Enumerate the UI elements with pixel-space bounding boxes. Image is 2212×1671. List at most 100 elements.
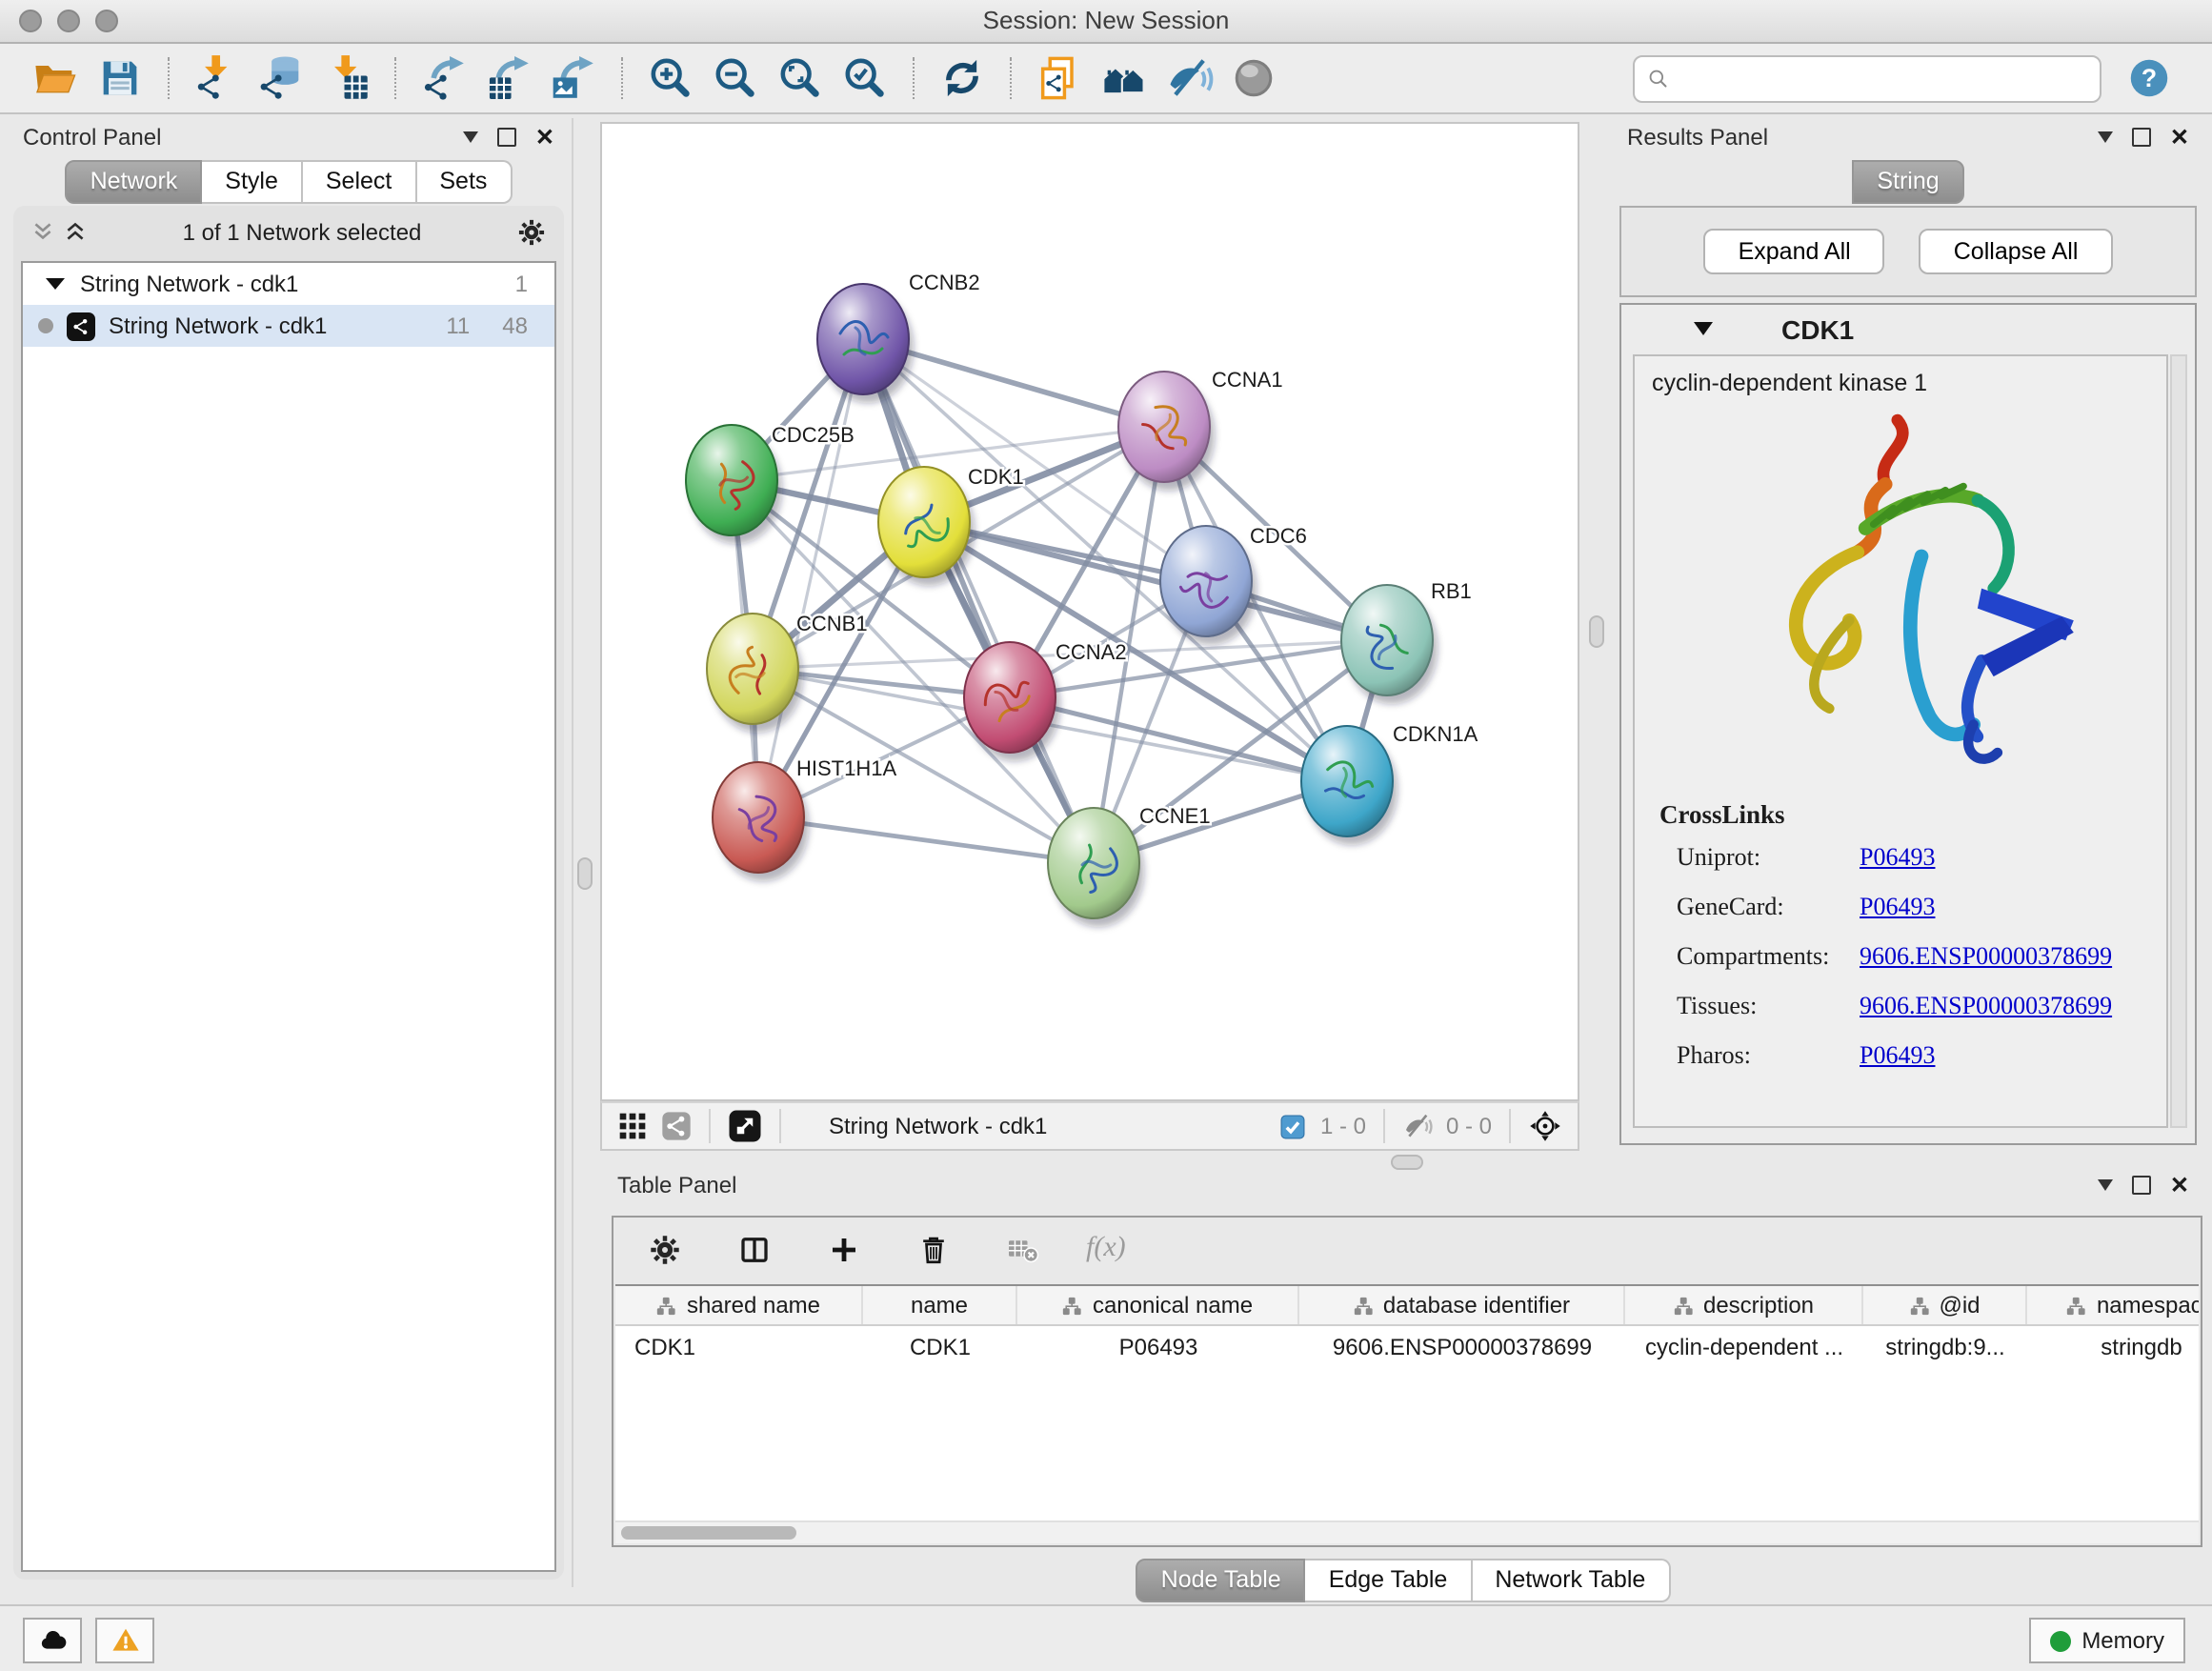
close-panel-icon[interactable]: ✕ bbox=[2170, 126, 2189, 149]
panel-menu-icon[interactable] bbox=[463, 131, 478, 143]
close-panel-icon[interactable]: ✕ bbox=[535, 126, 554, 149]
column-header-@id[interactable]: @id bbox=[1863, 1286, 2027, 1324]
crosslink-link[interactable]: P06493 bbox=[1860, 842, 1935, 873]
houses-button[interactable] bbox=[1097, 51, 1151, 105]
network-tree: String Network - cdk1 1 String Network -… bbox=[21, 261, 556, 1572]
search-input[interactable] bbox=[1679, 63, 2088, 93]
trash-button[interactable] bbox=[913, 1228, 955, 1270]
table-hscrollbar-thumb[interactable] bbox=[621, 1526, 796, 1540]
birdseye-view-icon[interactable] bbox=[1528, 1109, 1562, 1143]
import-network-from-file-button[interactable] bbox=[191, 51, 244, 105]
edge-CCNB2-HIST1H1A[interactable] bbox=[758, 339, 863, 817]
zoom-out-button[interactable] bbox=[709, 51, 762, 105]
memory-status-dot bbox=[2049, 1630, 2070, 1651]
grid-view-icon[interactable] bbox=[617, 1111, 648, 1141]
node-CCNB1[interactable] bbox=[707, 614, 803, 733]
cloud-button[interactable] bbox=[23, 1618, 82, 1663]
columns-button[interactable] bbox=[734, 1228, 775, 1270]
refresh-network-button[interactable] bbox=[935, 51, 989, 105]
table-cell: cyclin-dependent ... bbox=[1625, 1333, 1863, 1359]
crosslink-link[interactable]: 9606.ENSP00000378699 bbox=[1860, 941, 2112, 972]
zoom-selected-button[interactable] bbox=[838, 51, 892, 105]
export-network-button[interactable] bbox=[417, 51, 471, 105]
zoom-in-button[interactable] bbox=[644, 51, 697, 105]
node-RB1[interactable] bbox=[1341, 585, 1438, 704]
delete-table-button[interactable] bbox=[1002, 1228, 1044, 1270]
search-box[interactable] bbox=[1633, 54, 2101, 102]
crosslink-link[interactable]: 9606.ENSP00000378699 bbox=[1860, 991, 2112, 1021]
hidden-eye-icon[interactable] bbox=[1402, 1111, 1433, 1141]
node-CCNB2[interactable] bbox=[817, 284, 914, 403]
export-table-button[interactable] bbox=[482, 51, 535, 105]
tab-string[interactable]: String bbox=[1852, 160, 1963, 204]
float-panel-icon[interactable] bbox=[497, 128, 516, 147]
network-options-gear-icon[interactable] bbox=[516, 216, 547, 247]
column-header-description[interactable]: description bbox=[1625, 1286, 1863, 1324]
column-header-shared-name[interactable]: shared name bbox=[615, 1286, 863, 1324]
float-panel-icon[interactable] bbox=[2132, 128, 2151, 147]
edge-CDK1-RB1[interactable] bbox=[924, 522, 1387, 640]
tab-network-table[interactable]: Network Table bbox=[1472, 1559, 1670, 1602]
import-network-from-database-button[interactable] bbox=[255, 51, 309, 105]
node-CDC6[interactable] bbox=[1160, 526, 1257, 645]
memory-button[interactable]: Memory bbox=[2028, 1618, 2185, 1663]
crosslink-label: GeneCard: bbox=[1677, 892, 1860, 922]
table-row[interactable]: CDK1CDK1P064939606.ENSP00000378699cyclin… bbox=[615, 1326, 2199, 1366]
save-session-button[interactable] bbox=[93, 51, 147, 105]
import-table-from-file-button[interactable] bbox=[320, 51, 373, 105]
tab-select[interactable]: Select bbox=[303, 160, 417, 204]
save-session-icon bbox=[95, 53, 145, 103]
tab-sets[interactable]: Sets bbox=[416, 160, 512, 204]
collapse-collection-icon[interactable] bbox=[46, 278, 65, 290]
collapse-all-button[interactable]: Collapse All bbox=[1920, 229, 2113, 274]
tab-style[interactable]: Style bbox=[202, 160, 303, 204]
left-splitter-handle[interactable] bbox=[577, 857, 593, 890]
right-splitter-handle[interactable] bbox=[1589, 615, 1604, 648]
collapse-gene-icon[interactable] bbox=[1694, 322, 1713, 335]
expand-all-networks-icon[interactable] bbox=[63, 219, 88, 244]
edge-CCNB2-CCNE1[interactable] bbox=[863, 339, 1094, 863]
gene-description: cyclin-dependent kinase 1 bbox=[1635, 356, 2166, 396]
network-edge-count: 48 bbox=[502, 312, 528, 339]
function-builder-button[interactable]: f(x) bbox=[1086, 1233, 1126, 1265]
add-button[interactable] bbox=[823, 1228, 865, 1270]
node-CDKN1A[interactable] bbox=[1301, 726, 1398, 845]
network-canvas[interactable]: CCNB2 CCNA1 CDC25B CDK1 CDC6 bbox=[600, 122, 1579, 1101]
eye-slash-button[interactable] bbox=[1162, 51, 1216, 105]
selected-checkbox-icon[interactable] bbox=[1278, 1112, 1307, 1140]
expand-all-button[interactable]: Expand All bbox=[1704, 229, 1885, 274]
sphere-button[interactable] bbox=[1227, 51, 1280, 105]
crosslink-link[interactable]: P06493 bbox=[1860, 892, 1935, 922]
column-header-namespace[interactable]: namespace bbox=[2027, 1286, 2199, 1324]
warnings-button[interactable] bbox=[95, 1618, 154, 1663]
collapse-all-networks-icon[interactable] bbox=[30, 219, 55, 244]
column-header-canonical-name[interactable]: canonical name bbox=[1017, 1286, 1299, 1324]
crosslink-row: GeneCard:P06493 bbox=[1677, 892, 2166, 922]
open-session-button[interactable] bbox=[29, 51, 82, 105]
float-panel-icon[interactable] bbox=[2132, 1176, 2151, 1195]
column-header-database-identifier[interactable]: database identifier bbox=[1299, 1286, 1625, 1324]
results-panel-title: Results Panel bbox=[1627, 124, 1768, 151]
network-row-selected[interactable]: String Network - cdk1 11 48 bbox=[23, 305, 554, 347]
zoom-fit-button[interactable] bbox=[774, 51, 827, 105]
gear-button[interactable] bbox=[644, 1228, 686, 1270]
open-session-icon bbox=[30, 53, 80, 103]
tab-node-table[interactable]: Node Table bbox=[1136, 1559, 1306, 1602]
tab-network[interactable]: Network bbox=[66, 160, 203, 204]
gene-card-scrollbar[interactable] bbox=[2170, 354, 2187, 1128]
node-CDK1[interactable] bbox=[878, 467, 975, 586]
node-CCNA1[interactable] bbox=[1118, 372, 1215, 491]
help-button[interactable]: ? bbox=[2128, 57, 2170, 99]
panel-menu-icon[interactable] bbox=[2098, 131, 2113, 143]
tab-edge-table[interactable]: Edge Table bbox=[1306, 1559, 1473, 1602]
close-panel-icon[interactable]: ✕ bbox=[2170, 1174, 2189, 1197]
export-image-button[interactable] bbox=[547, 51, 600, 105]
open-in-new-window-icon[interactable] bbox=[728, 1109, 762, 1143]
panel-menu-icon[interactable] bbox=[2098, 1179, 2113, 1191]
crosslink-link[interactable]: P06493 bbox=[1860, 1040, 1935, 1071]
clone-network-button[interactable] bbox=[1033, 51, 1086, 105]
node-HIST1H1A[interactable] bbox=[713, 762, 809, 881]
network-collection-row[interactable]: String Network - cdk1 1 bbox=[23, 263, 554, 305]
node-CCNE1[interactable] bbox=[1048, 808, 1144, 927]
column-header-name[interactable]: name bbox=[863, 1286, 1017, 1324]
